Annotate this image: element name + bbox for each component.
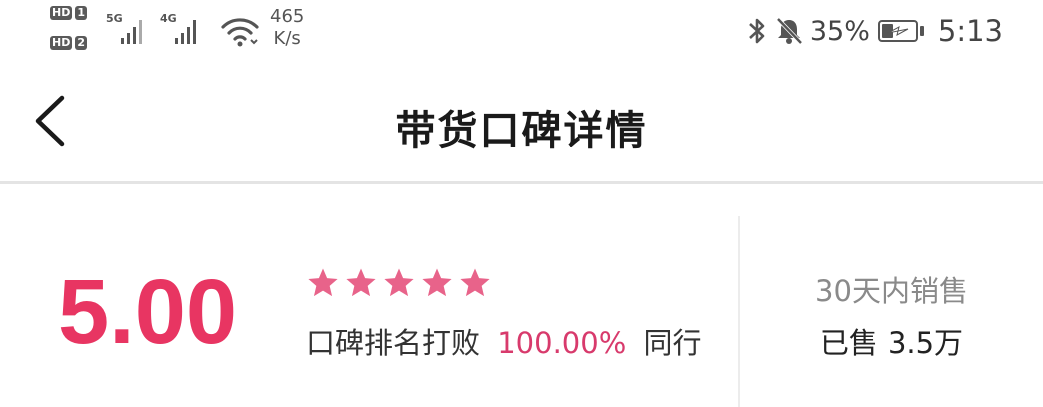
signal-icon <box>175 20 196 44</box>
bluetooth-icon <box>748 18 765 44</box>
sim-1-indicator: HD 1 <box>50 6 87 20</box>
page-title: 带货口碑详情 <box>395 108 648 154</box>
star-icon <box>384 268 414 297</box>
nav-bar: 带货口碑详情 <box>0 62 1043 182</box>
reputation-score: 5.00 <box>58 261 238 363</box>
hd-badge: HD <box>50 6 73 20</box>
wifi-icon <box>221 18 259 47</box>
hd-badge: HD <box>50 36 73 50</box>
app-screen: HD 1 HD 2 5G 4G 465 K/s 35% 5:13 带货口碑详情 … <box>0 0 1043 407</box>
star-icon <box>422 268 452 297</box>
speed-unit: K/s <box>273 28 301 49</box>
sales-value: 3.5万 <box>887 326 964 360</box>
rank-prefix: 口碑排名打败 <box>306 326 481 360</box>
sim-indicators: HD 1 HD 2 <box>50 6 98 56</box>
mute-bell-icon <box>776 17 803 45</box>
status-time: 5:13 <box>937 14 1003 48</box>
sales-period-label: 30天内销售 <box>815 274 968 308</box>
vertical-divider <box>738 216 740 407</box>
battery-percent: 35% <box>809 15 870 47</box>
sim-number: 2 <box>75 36 87 50</box>
sales-prefix: 已售 <box>819 326 878 360</box>
star-icon <box>460 268 490 297</box>
star-icon <box>308 268 338 297</box>
battery-charging-icon <box>877 20 924 42</box>
rank-suffix: 同行 <box>643 326 702 360</box>
rank-percent: 100.00% <box>497 326 627 360</box>
sim-number: 1 <box>75 6 87 20</box>
status-right: 35% 5:13 <box>746 14 1003 48</box>
star-rating <box>306 266 492 300</box>
status-bar: HD 1 HD 2 5G 4G 465 K/s 35% 5:13 <box>0 0 1043 62</box>
rank-line: 口碑排名打败 100.00% 同行 <box>306 320 702 362</box>
sim-2-indicator: HD 2 <box>50 36 87 50</box>
network-speed: 465 K/s <box>270 6 304 50</box>
sales-count: 已售 3.5万 <box>740 320 1043 362</box>
signal-icon <box>121 20 142 44</box>
speed-value: 465 <box>270 6 305 27</box>
star-icon <box>346 268 376 297</box>
reputation-summary: 5.00 口碑排名打败 100.00% 同行 30天内销售 已售 3.5万 <box>0 184 1043 407</box>
